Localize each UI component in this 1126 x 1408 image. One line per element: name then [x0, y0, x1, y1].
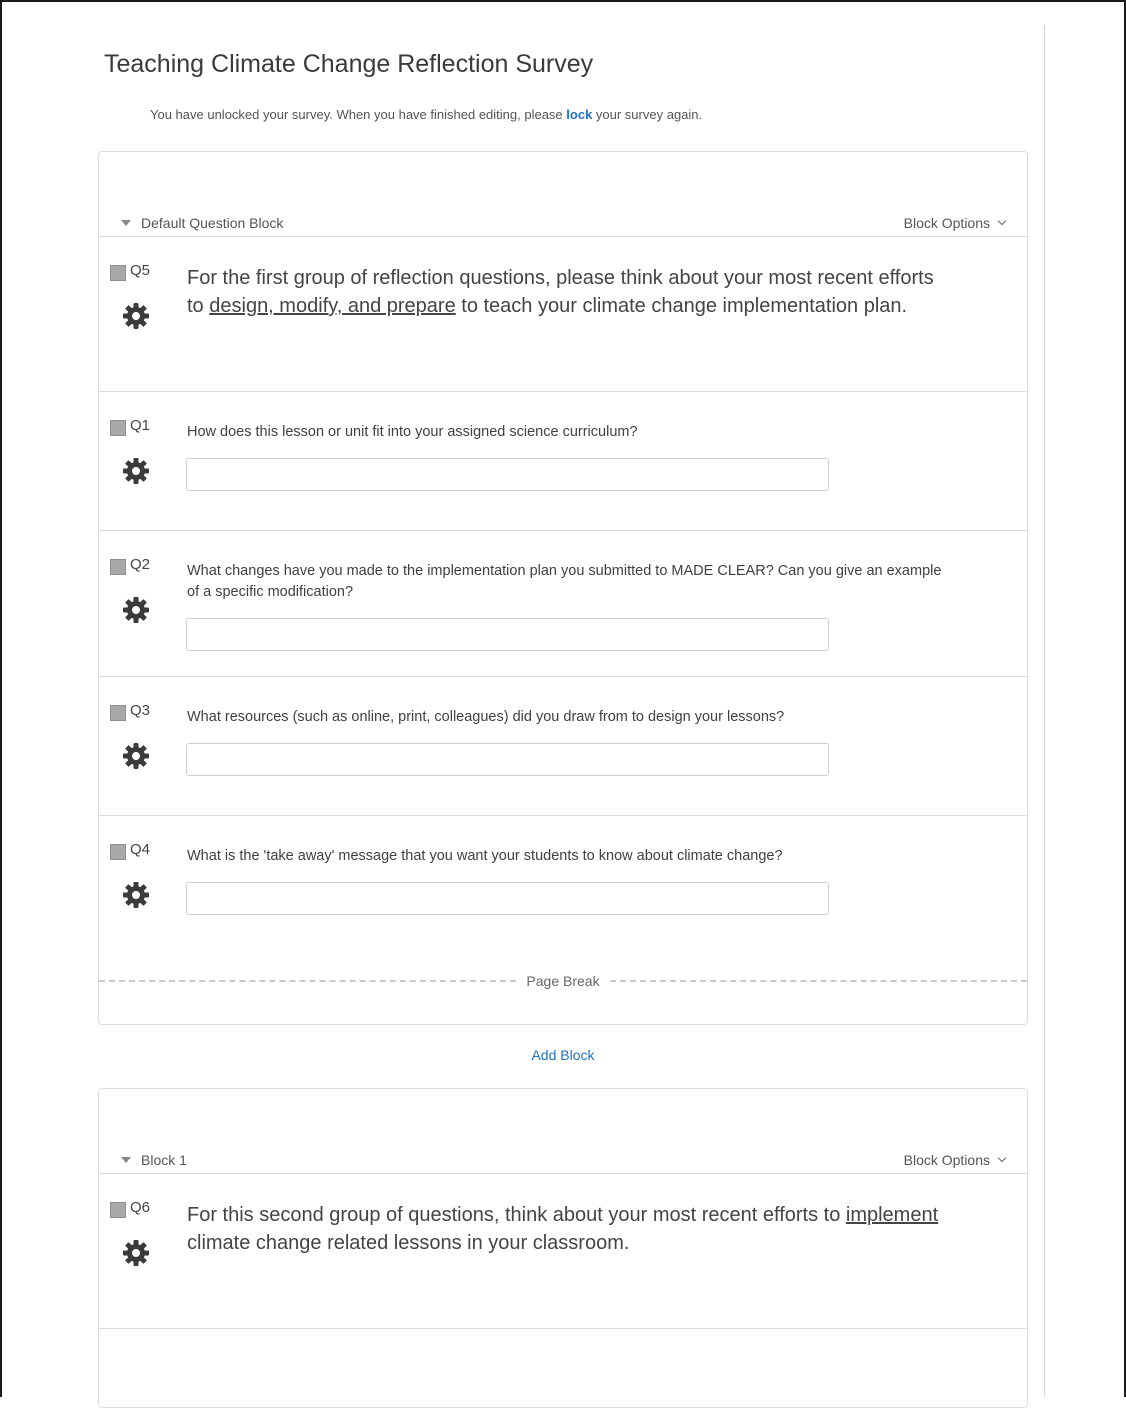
- page-break-label: Page Break: [526, 973, 600, 989]
- question-q3[interactable]: Q3 What resources (such as online, print…: [99, 676, 1027, 815]
- block-options-label: Block Options: [903, 215, 990, 231]
- text-entry-field[interactable]: [186, 882, 829, 915]
- question-text[interactable]: What resources (such as online, print, c…: [187, 707, 947, 728]
- question-number: Q2: [130, 556, 151, 573]
- text-entry-field[interactable]: [186, 458, 829, 491]
- unlock-notice: You have unlocked your survey. When you …: [150, 107, 702, 122]
- gear-icon[interactable]: [121, 880, 151, 910]
- block-header: Default Question Block Block Options: [99, 211, 1027, 237]
- question-q1[interactable]: Q1 How does this lesson or unit fit into…: [99, 391, 1027, 530]
- chevron-down-icon: [997, 1153, 1007, 1163]
- question-text[interactable]: For this second group of questions, thin…: [187, 1201, 947, 1257]
- add-block-button[interactable]: Add Block: [0, 1047, 1126, 1063]
- unlock-notice-text-end: your survey again.: [592, 107, 703, 122]
- question-number: Q6: [130, 1199, 151, 1216]
- lock-survey-link[interactable]: lock: [566, 107, 592, 122]
- gear-icon[interactable]: [121, 595, 151, 625]
- chevron-down-icon: [997, 216, 1007, 226]
- question-select-checkbox[interactable]: [110, 420, 126, 436]
- question-number: Q4: [130, 841, 151, 858]
- page-break[interactable]: Page Break: [99, 971, 1028, 991]
- gear-icon[interactable]: [121, 301, 151, 331]
- survey-title: Teaching Climate Change Reflection Surve…: [104, 50, 594, 78]
- question-text-part: to teach your climate change implementat…: [455, 295, 908, 317]
- question-select-checkbox[interactable]: [110, 1202, 126, 1218]
- page-break-line: [609, 980, 1028, 982]
- gear-icon[interactable]: [121, 456, 151, 486]
- question-q2[interactable]: Q2 What changes have you made to the imp…: [99, 530, 1027, 676]
- question-q4[interactable]: Q4 What is the 'take away' message that …: [99, 815, 1027, 965]
- question-text-part: For this second group of questions, thin…: [187, 1204, 846, 1226]
- block-options-button[interactable]: Block Options: [903, 215, 1007, 231]
- question-number: Q3: [130, 702, 151, 719]
- question-select-checkbox[interactable]: [110, 265, 126, 281]
- question-text[interactable]: For the first group of reflection questi…: [187, 264, 947, 320]
- block-name: Default Question Block: [141, 215, 284, 231]
- gear-icon[interactable]: [121, 741, 151, 771]
- block-options-label: Block Options: [903, 1152, 990, 1168]
- question-q6[interactable]: Q6 For this second group of questions, t…: [99, 1173, 1027, 1329]
- question-text-underlined: implement: [845, 1204, 939, 1226]
- caret-down-icon: [121, 220, 131, 226]
- question-block-1: Block 1 Block Options Q6 For this second…: [98, 1088, 1028, 1408]
- question-select-checkbox[interactable]: [110, 844, 126, 860]
- question-select-checkbox[interactable]: [110, 705, 126, 721]
- question-select-checkbox[interactable]: [110, 559, 126, 575]
- question-number: Q5: [130, 262, 151, 279]
- block-collapse-toggle[interactable]: Block 1: [121, 1152, 187, 1168]
- question-text[interactable]: What changes have you made to the implem…: [187, 561, 947, 603]
- text-entry-field[interactable]: [186, 743, 829, 776]
- question-q5[interactable]: Q5 For the first group of reflection que…: [99, 236, 1027, 391]
- right-panel-divider: [1044, 25, 1045, 1397]
- block-name: Block 1: [141, 1152, 187, 1168]
- question-number: Q1: [130, 417, 151, 434]
- block-header: Block 1 Block Options: [99, 1148, 1027, 1174]
- page-break-line: [99, 980, 517, 982]
- question-text-part: climate change related lessons in your c…: [187, 1232, 630, 1254]
- question-block-default: Default Question Block Block Options Q5 …: [98, 151, 1028, 1025]
- caret-down-icon: [121, 1157, 131, 1163]
- unlock-notice-text: You have unlocked your survey. When you …: [150, 107, 567, 122]
- question-text[interactable]: What is the 'take away' message that you…: [187, 846, 947, 867]
- question-text[interactable]: How does this lesson or unit fit into yo…: [187, 422, 947, 443]
- text-entry-field[interactable]: [186, 618, 829, 651]
- block-collapse-toggle[interactable]: Default Question Block: [121, 215, 283, 231]
- question-text-underlined: design, modify, and prepare: [209, 295, 456, 317]
- gear-icon[interactable]: [121, 1238, 151, 1268]
- block-options-button[interactable]: Block Options: [903, 1152, 1007, 1168]
